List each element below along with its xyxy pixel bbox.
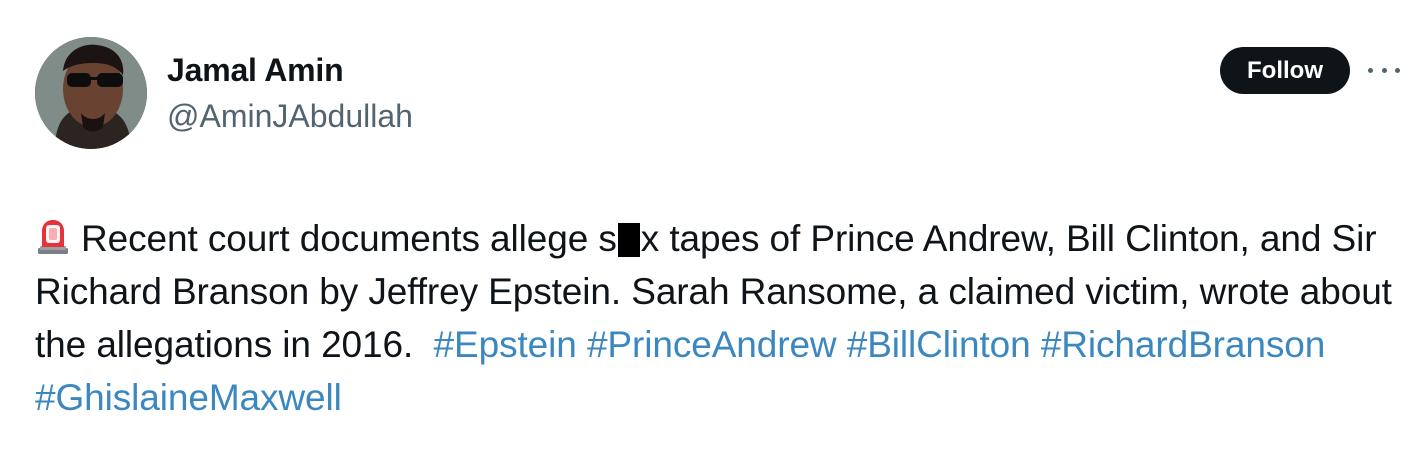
tweet-card: Jamal Amin @AminJAbdullah Follow Recent … [0, 0, 1428, 464]
avatar[interactable] [35, 37, 147, 149]
tweet-text: Recent court documents allege sx tapes o… [35, 212, 1405, 424]
user-handle[interactable]: @AminJAbdullah [167, 94, 413, 138]
hashtag-link[interactable]: #Epstein [434, 324, 577, 365]
hashtag-link[interactable]: #GhislaineMaxwell [35, 377, 342, 418]
tweet-text-part-1: Recent court documents allege s [81, 218, 617, 259]
dot [1381, 67, 1387, 73]
redaction-block [617, 223, 640, 257]
hashtag-link[interactable]: #BillClinton [847, 324, 1031, 365]
dot [1395, 67, 1400, 73]
follow-button[interactable]: Follow [1220, 47, 1350, 94]
avatar-image [35, 37, 147, 149]
display-name[interactable]: Jamal Amin [167, 50, 413, 90]
dot [1368, 67, 1373, 73]
user-info: Jamal Amin @AminJAbdullah [167, 50, 413, 138]
hashtag-link[interactable]: #RichardBranson [1041, 324, 1325, 365]
rotating-light-icon [38, 220, 68, 254]
hashtag-link[interactable]: #PrinceAndrew [587, 324, 837, 365]
more-options-icon[interactable] [1368, 58, 1400, 82]
